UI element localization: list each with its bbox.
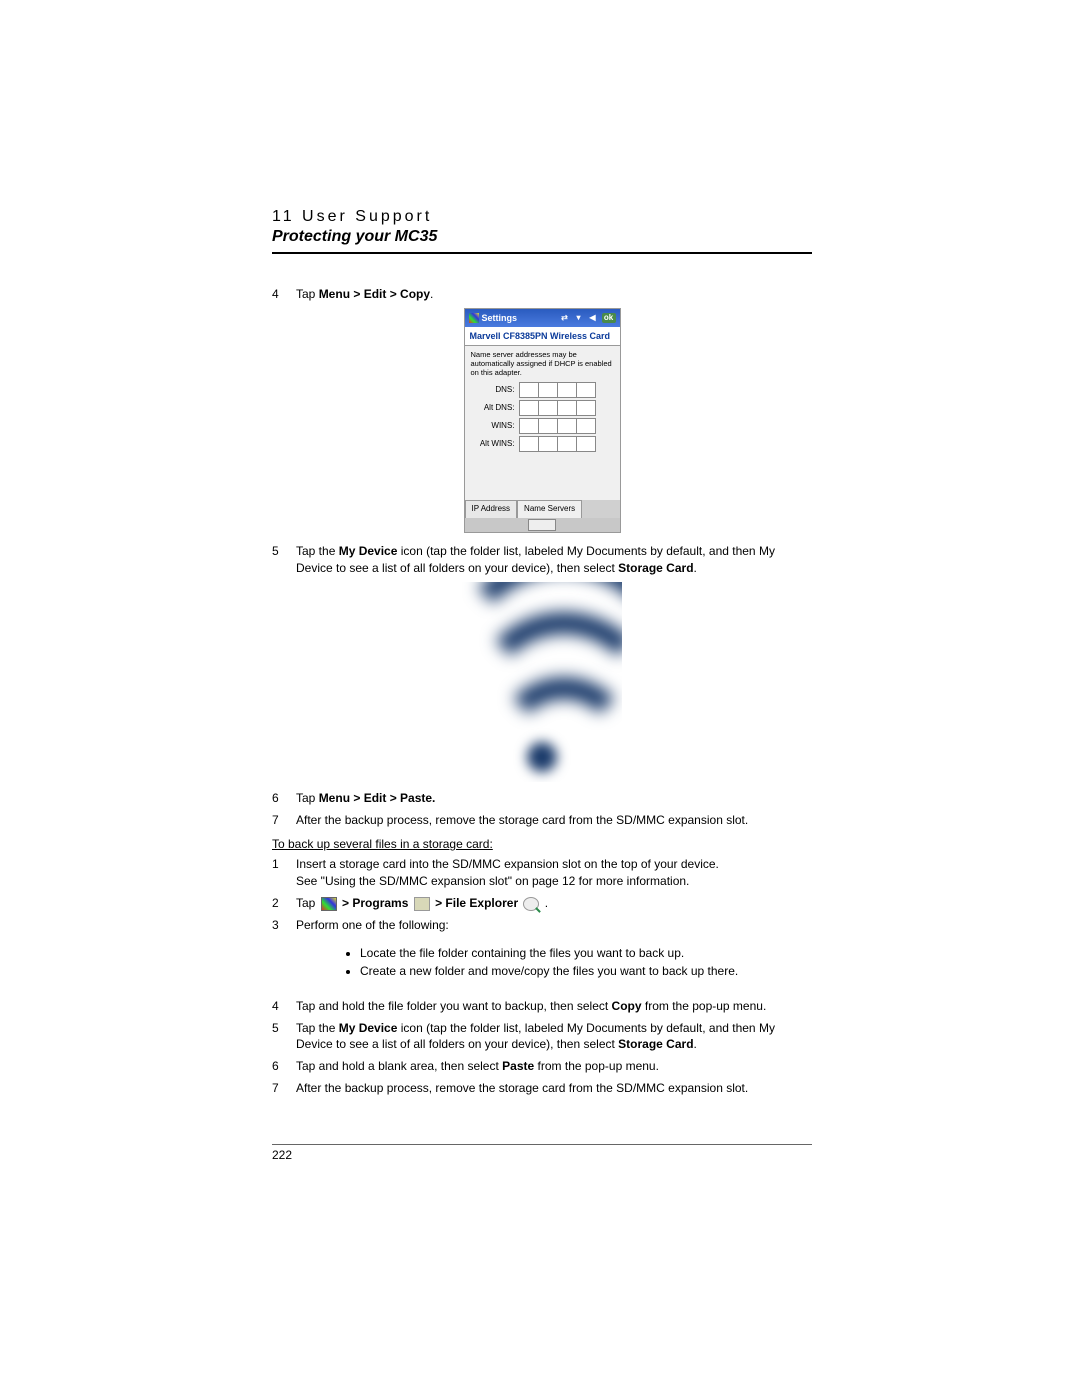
backup-step-1: 1 Insert a storage card into the SD/MMC …: [272, 856, 812, 888]
figure-settings-screenshot: Settings ⇄ ▾ ◀ ok Marvell CF8385PN Wirel…: [272, 308, 812, 535]
keyboard-icon[interactable]: [528, 519, 556, 531]
step-number: 5: [272, 543, 296, 575]
ok-button[interactable]: ok: [602, 313, 616, 323]
step-4: 4 Tap Menu > Edit > Copy.: [272, 286, 812, 302]
tab-ip-address[interactable]: IP Address: [465, 500, 518, 518]
settings-window: Settings ⇄ ▾ ◀ ok Marvell CF8385PN Wirel…: [464, 308, 621, 533]
sip-bar: [465, 518, 620, 532]
speaker-icon: ◀: [588, 313, 598, 323]
altwins-label: Alt WINS:: [471, 439, 519, 450]
backup-step-4: 4 Tap and hold the file folder you want …: [272, 998, 812, 1014]
document-page: 11 User Support Protecting your MC35 4 T…: [0, 0, 1080, 1397]
step-number: 1: [272, 856, 296, 888]
backup-step-6: 6 Tap and hold a blank area, then select…: [272, 1058, 812, 1074]
altdns-row: Alt DNS:: [471, 400, 614, 416]
altwins-row: Alt WINS:: [471, 436, 614, 452]
step-number: 4: [272, 286, 296, 302]
step-text: Tap Menu > Edit > Copy.: [296, 286, 812, 302]
dns-row: DNS:: [471, 382, 614, 398]
chapter-label: 11 User Support: [272, 208, 812, 226]
backup-step-3: 3 Perform one of the following: Locate t…: [272, 917, 812, 992]
wins-label: WINS:: [471, 421, 519, 432]
window-title: Settings: [482, 312, 518, 324]
wifi-icon-image: [462, 582, 622, 782]
step-text: Tap and hold the file folder you want to…: [296, 998, 812, 1014]
start-icon: [469, 313, 479, 323]
step-number: 5: [272, 1020, 296, 1052]
altdns-label: Alt DNS:: [471, 403, 519, 414]
step-text: Tap the My Device icon (tap the folder l…: [296, 543, 812, 575]
backup-step-5: 5 Tap the My Device icon (tap the folder…: [272, 1020, 812, 1052]
list-item: Locate the file folder containing the fi…: [360, 945, 812, 961]
backup-step-2: 2 Tap > Programs > File Explorer .: [272, 895, 812, 911]
step-text: Tap > Programs > File Explorer .: [296, 895, 812, 911]
bullet-list: Locate the file folder containing the fi…: [320, 945, 812, 979]
step-6: 6 Tap Menu > Edit > Paste.: [272, 790, 812, 806]
step-5: 5 Tap the My Device icon (tap the folder…: [272, 543, 812, 575]
page-title: Protecting your MC35: [272, 228, 812, 246]
dhcp-note: Name server addresses may be automatical…: [471, 350, 614, 377]
step-text: Tap the My Device icon (tap the folder l…: [296, 1020, 812, 1052]
step-number: 6: [272, 1058, 296, 1074]
dns-label: DNS:: [471, 385, 519, 396]
wins-input[interactable]: [519, 418, 596, 434]
step-text: Perform one of the following: Locate the…: [296, 917, 812, 992]
step-number: 2: [272, 895, 296, 911]
steps-block-1: 4 Tap Menu > Edit > Copy. Settings ⇄ ▾ ◀: [272, 286, 812, 1096]
step-text: Insert a storage card into the SD/MMC ex…: [296, 856, 812, 888]
subheading: To back up several files in a storage ca…: [272, 836, 812, 852]
altwins-input[interactable]: [519, 436, 596, 452]
folder-icon: [414, 897, 430, 911]
list-item: Create a new folder and move/copy the fi…: [360, 963, 812, 979]
settings-body: Name server addresses may be automatical…: [465, 346, 620, 500]
step-text: After the backup process, remove the sto…: [296, 1080, 812, 1096]
start-icon: [321, 897, 337, 911]
step-number: 6: [272, 790, 296, 806]
content-area: 11 User Support Protecting your MC35 4 T…: [272, 208, 812, 1102]
card-name: Marvell CF8385PN Wireless Card: [465, 327, 620, 346]
step-number: 7: [272, 812, 296, 828]
step-text: Tap Menu > Edit > Paste.: [296, 790, 812, 806]
page-number: 222: [272, 1144, 812, 1162]
signal-icon: ▾: [574, 313, 584, 323]
backup-step-7: 7 After the backup process, remove the s…: [272, 1080, 812, 1096]
tabs: IP Address Name Servers: [465, 500, 620, 518]
dns-input[interactable]: [519, 382, 596, 398]
step-number: 7: [272, 1080, 296, 1096]
wins-row: WINS:: [471, 418, 614, 434]
file-explorer-icon: [523, 897, 539, 911]
connectivity-icon: ⇄: [560, 313, 570, 323]
window-titlebar: Settings ⇄ ▾ ◀ ok: [465, 309, 620, 327]
titlebar-icons: ⇄ ▾ ◀ ok: [560, 313, 616, 323]
page-header: 11 User Support Protecting your MC35: [272, 208, 812, 254]
step-number: 4: [272, 998, 296, 1014]
step-text: Tap and hold a blank area, then select P…: [296, 1058, 812, 1074]
figure-wifi-icon: [272, 582, 812, 782]
tab-name-servers[interactable]: Name Servers: [517, 500, 582, 518]
altdns-input[interactable]: [519, 400, 596, 416]
step-7: 7 After the backup process, remove the s…: [272, 812, 812, 828]
step-number: 3: [272, 917, 296, 992]
step-text: After the backup process, remove the sto…: [296, 812, 812, 828]
